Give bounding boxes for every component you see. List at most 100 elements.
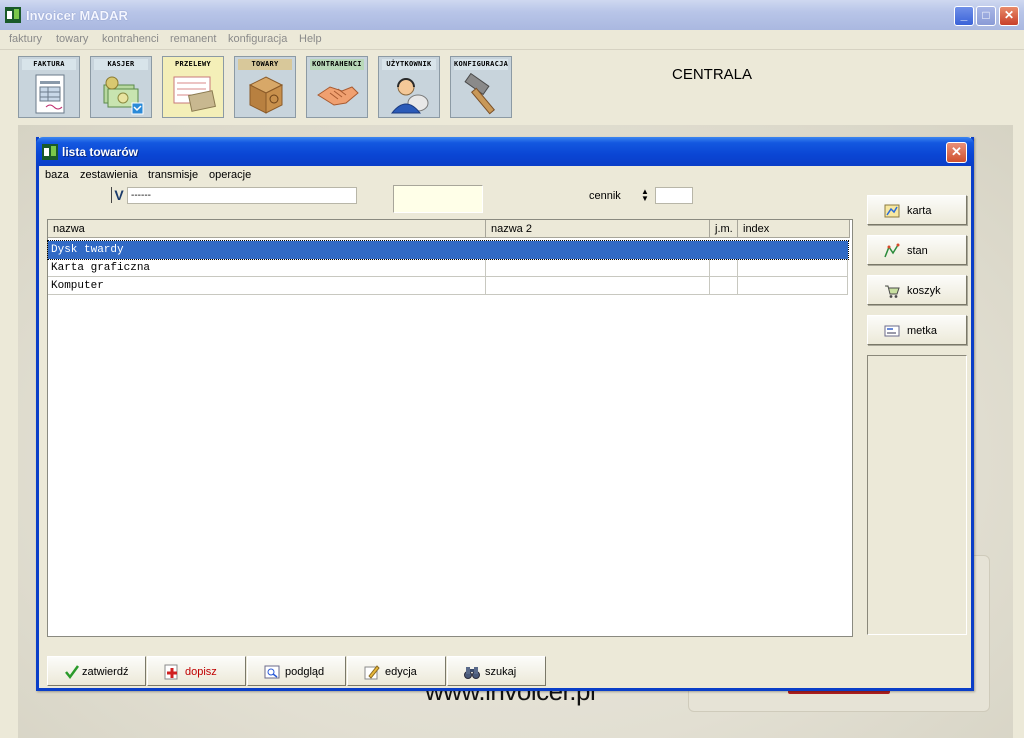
edit-pencil-icon [364,665,380,680]
close-app-button[interactable]: ✕ [999,6,1019,26]
menu-faktury[interactable]: faktury [9,33,42,45]
podglad-label: podgląd [285,666,325,678]
product-card-icon [884,204,900,218]
tile-uzytkownik[interactable]: UŻYTKOWNIK [378,56,440,118]
cell-nazwa: Dysk twardy [48,241,486,259]
stock-chart-icon [884,243,900,258]
table-header: nazwa nazwa 2 j.m. index [48,220,850,238]
tile-konfiguracja[interactable]: KONFIGURACJA [450,56,512,118]
add-plus-icon [164,664,178,680]
zatwierdz-button[interactable]: zatwierdź [47,656,146,686]
app-title-bar[interactable]: Invoicer MADAR _ □ ✕ [0,0,1024,31]
dialog-title: lista towarów [62,145,139,159]
column-header-jm[interactable]: j.m. [710,220,738,238]
location-label: CENTRALA [672,66,753,83]
minimize-icon: _ [960,8,968,22]
cell-index [738,277,848,295]
product-table[interactable]: nazwa nazwa 2 j.m. index Dysk twardy Kar… [47,219,853,637]
cash-money-icon [103,76,144,115]
price-tag-icon [884,325,900,337]
tile-kontrahenci-label: KONTRAHENCI [310,59,364,70]
handshake-icon [317,86,359,106]
stan-button[interactable]: stan [867,235,967,265]
price-list-label: cennik [589,190,621,202]
binoculars-icon [464,667,480,679]
filter-input[interactable]: ------ [127,187,357,204]
cell-index [738,241,848,259]
cell-nazwa: Karta graficzna [48,259,486,277]
metka-label: metka [907,325,937,337]
maximize-button[interactable]: □ [976,6,996,26]
tile-kontrahenci[interactable]: KONTRAHENCI [306,56,368,118]
cell-jm [710,277,738,295]
menu-konfiguracja[interactable]: konfiguracja [228,33,287,45]
tile-towary[interactable]: TOWARY [234,56,296,118]
menu-help[interactable]: Help [299,33,322,45]
metka-button[interactable]: metka [867,315,967,345]
close-icon: ✕ [951,144,962,159]
dialog-title-bar[interactable]: lista towarów ✕ [36,137,974,166]
invoice-document-icon [35,74,65,114]
price-list-input[interactable] [655,187,693,204]
code-input[interactable] [393,185,483,213]
maximize-icon: □ [982,8,990,22]
side-info-panel [867,355,967,635]
koszyk-label: koszyk [907,285,941,297]
menu-remanent[interactable]: remanent [170,33,216,45]
edycja-button[interactable]: edycja [347,656,446,686]
product-list-dialog: lista towarów ✕ baza zestawienia transmi… [36,137,974,691]
table-row[interactable]: Karta graficzna [48,259,848,277]
column-header-index[interactable]: index [738,220,850,238]
user-headset-icon [390,78,429,114]
close-icon: ✕ [1003,8,1015,22]
dopisz-button[interactable]: dopisz [147,656,246,686]
dialog-close-button[interactable]: ✕ [946,142,967,163]
podglad-button[interactable]: podgląd [247,656,346,686]
bank-transfer-icon [173,76,216,112]
table-row[interactable]: Dysk twardy [47,240,849,260]
karta-label: karta [907,205,932,217]
price-list-spinner[interactable]: ▲ ▼ [640,188,650,204]
koszyk-button[interactable]: koszyk [867,275,967,305]
tile-uzytkownik-label: UŻYTKOWNIK [382,59,436,70]
tile-przelewy[interactable]: PRZELEWY [162,56,224,118]
dialog-menu-zestawienia[interactable]: zestawienia [80,169,137,181]
karta-button[interactable]: karta [867,195,967,225]
cell-nazwa2 [486,259,710,277]
dialog-menu-transmisje[interactable]: transmisje [148,169,198,181]
tile-faktura[interactable]: FAKTURA [18,56,80,118]
preview-icon [264,665,280,679]
column-header-nazwa[interactable]: nazwa [48,220,486,238]
cardboard-box-icon [248,76,284,114]
szukaj-button[interactable]: szukaj [447,656,546,686]
cell-nazwa: Komputer [48,277,486,295]
menu-towary[interactable]: towary [56,33,88,45]
zatwierdz-label: zatwierdź [82,666,129,678]
cell-index [738,259,848,277]
filter-checkbox[interactable]: V [111,187,126,203]
minimize-button[interactable]: _ [954,6,974,26]
menu-kontrahenci[interactable]: kontrahenci [102,33,159,45]
tile-przelewy-label: PRZELEWY [166,59,220,70]
tile-towary-label: TOWARY [238,59,292,70]
app-logo-icon [5,7,21,23]
tile-kasjer-label: KASJER [94,59,148,70]
cell-jm [710,241,738,259]
dopisz-label: dopisz [185,666,217,678]
tile-konfiguracja-label: KONFIGURACJA [454,59,509,70]
stan-label: stan [907,245,928,257]
tile-kasjer[interactable]: KASJER [90,56,152,118]
cell-jm [710,259,738,277]
table-row[interactable]: Komputer [48,277,848,295]
app-menu-bar: faktury towary kontrahenci remanent konf… [0,30,1024,50]
cell-nazwa2 [486,277,710,295]
checkmark-icon [65,665,80,680]
app-title: Invoicer MADAR [26,8,128,23]
dialog-menu-baza[interactable]: baza [45,169,69,181]
app-logo-icon [42,144,58,160]
column-header-nazwa2[interactable]: nazwa 2 [486,220,710,238]
edycja-label: edycja [385,666,417,678]
shopping-cart-icon [885,285,900,298]
spin-down-icon[interactable]: ▼ [640,195,650,203]
dialog-menu-operacje[interactable]: operacje [209,169,251,181]
